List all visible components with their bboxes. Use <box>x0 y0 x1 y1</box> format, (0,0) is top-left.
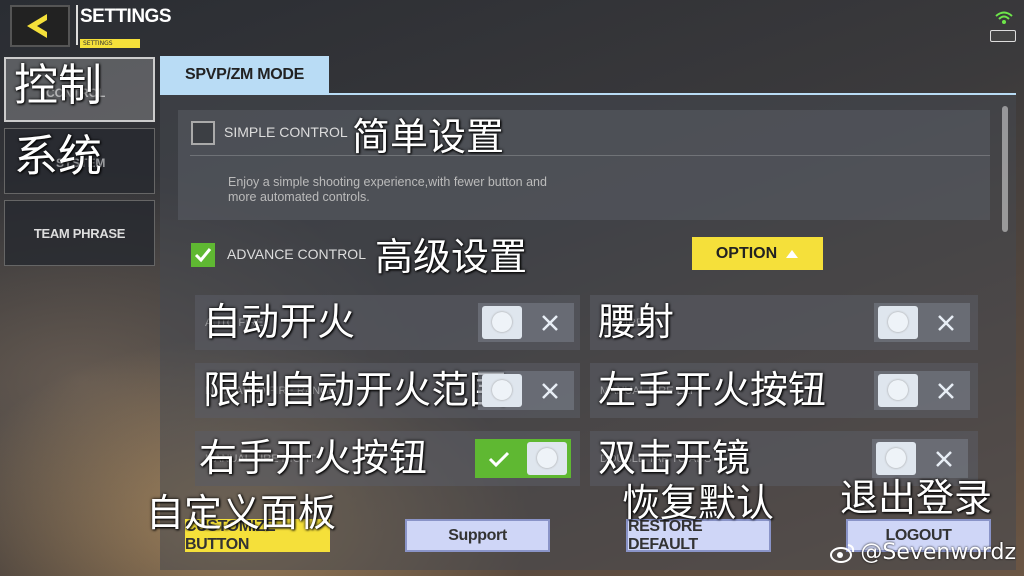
support-button[interactable]: Support <box>405 519 550 552</box>
weibo-icon <box>830 543 855 563</box>
close-icon <box>526 303 574 342</box>
option-overlay: 自动开火 <box>203 300 356 344</box>
toggle-knob <box>874 371 922 410</box>
customize-button-overlay: 自定义面板 <box>146 491 337 535</box>
option-overlay: 右手开火按钮 <box>199 436 428 480</box>
scrollbar[interactable] <box>1002 106 1008 232</box>
toggle-manual-fire-left[interactable] <box>874 371 970 410</box>
close-icon <box>922 303 970 342</box>
option-overlay: 腰射 <box>598 300 675 344</box>
simple-control-checkbox[interactable] <box>191 121 215 145</box>
option-row-manual-fire-left: MANUAL FIRE LEFT 左手开火按钮 <box>590 363 978 418</box>
toggle-limit-auto-fire[interactable] <box>478 371 574 410</box>
simple-control-description: Enjoy a simple shooting experience,with … <box>228 175 547 204</box>
toggle-knob <box>872 439 920 478</box>
restore-default-overlay: 恢复默认 <box>622 481 775 525</box>
option-row-manual-fire-right: MANUAL FIRE RIGHT 右手开火按钮 <box>195 431 580 486</box>
nav-item-system-overlay: 系统 <box>14 131 102 182</box>
tab-spvp-zm-mode[interactable]: SPVP/ZM MODE <box>160 56 329 93</box>
simple-control-overlay: 简单设置 <box>352 115 505 159</box>
nav-item-team-phrase-label: TEAM PHRASE <box>33 225 126 241</box>
chevron-up-icon <box>786 249 799 258</box>
watermark-text: @Sevenwordz <box>860 540 1016 565</box>
nav-item-control-overlay: 控制 <box>14 60 102 111</box>
toggle-auto-fire[interactable] <box>478 303 574 342</box>
page-title: SETTINGS <box>80 6 172 27</box>
option-overlay: 左手开火按钮 <box>598 368 827 412</box>
option-overlay: 双击开镜 <box>598 436 751 480</box>
nav-item-team-phrase[interactable]: TEAM PHRASE <box>4 200 155 266</box>
close-icon <box>920 439 968 478</box>
title-divider <box>76 5 78 45</box>
toggle-manual-fire-right[interactable] <box>475 439 571 478</box>
watermark: @Sevenwordz <box>830 540 1016 565</box>
page-subtitle: SETTINGS <box>80 39 140 48</box>
toggle-knob <box>523 439 571 478</box>
checkmark-icon <box>194 248 212 263</box>
toggle-knob <box>478 371 526 410</box>
advance-control-checkbox[interactable] <box>191 243 215 267</box>
option-row-hipfire: HIPFIRE 腰射 <box>590 295 978 350</box>
advance-control-overlay: 高级设置 <box>375 235 528 279</box>
back-button[interactable] <box>10 5 70 47</box>
checkmark-icon <box>475 439 523 478</box>
option-row-auto-fire: AUTO FIRE 自动开火 <box>195 295 580 350</box>
option-button[interactable]: OPTION <box>692 237 823 270</box>
toggle-knob <box>478 303 526 342</box>
wifi-icon <box>994 10 1014 29</box>
toggle-knob <box>874 303 922 342</box>
close-icon <box>922 371 970 410</box>
advance-control-label: ADVANCE CONTROL <box>227 246 366 262</box>
logout-overlay: 退出登录 <box>840 476 993 520</box>
toggle-hipfire[interactable] <box>874 303 970 342</box>
simple-control-label: SIMPLE CONTROL <box>224 124 348 140</box>
divider <box>190 155 990 156</box>
toggle-double-tap-ads[interactable] <box>872 439 968 478</box>
battery-icon <box>990 30 1016 42</box>
option-button-label: OPTION <box>715 244 778 262</box>
back-arrow-icon <box>27 14 47 38</box>
option-overlay: 限制自动开火范围 <box>203 368 508 412</box>
close-icon <box>526 371 574 410</box>
option-row-limit-auto-fire: LIMIT AUTO FIRE RANGE 限制自动开火范围 <box>195 363 580 418</box>
